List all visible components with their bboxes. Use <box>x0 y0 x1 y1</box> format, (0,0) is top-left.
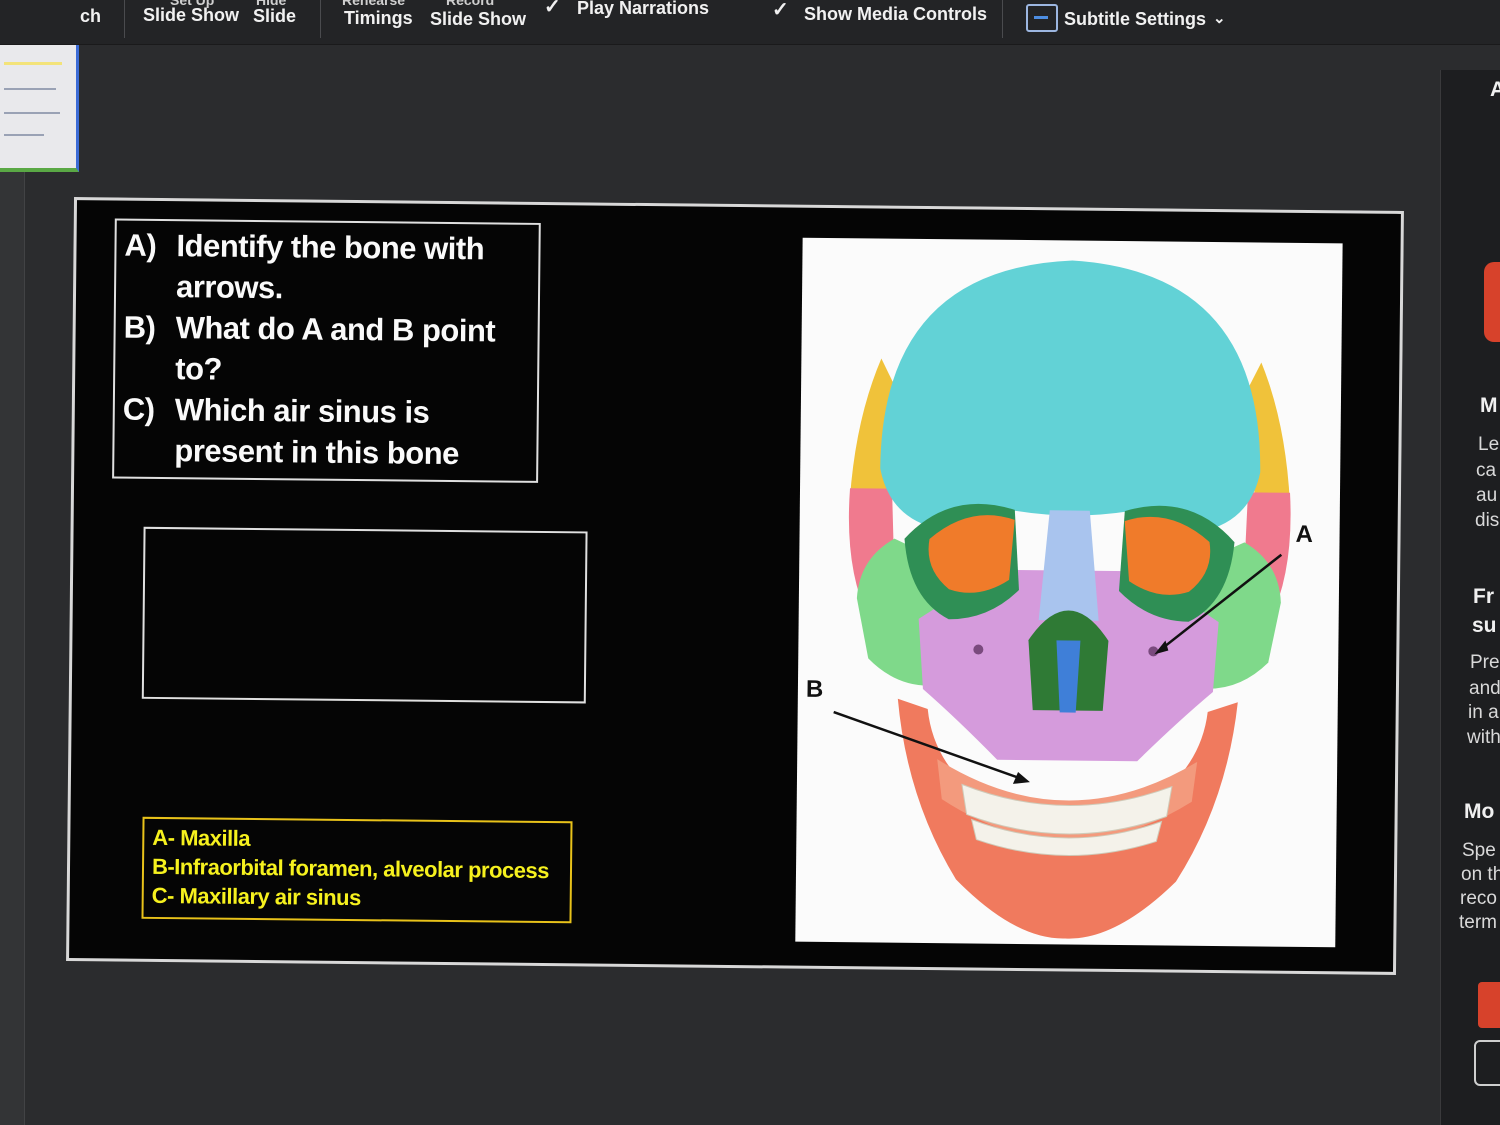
set-up-slide-show-button[interactable]: Slide Show <box>143 5 239 26</box>
answer-line: A- Maxilla <box>152 824 251 851</box>
arrow-b-head <box>1012 771 1030 784</box>
play-narrations-checkbox-label[interactable]: Play Narrations <box>577 0 709 19</box>
question-a-cont: arrows. <box>124 266 538 311</box>
answers-box: A- Maxilla B-Infraorbital foramen, alveo… <box>141 816 573 924</box>
pane-heading: su <box>1472 614 1497 637</box>
checkmark-icon[interactable]: ✓ <box>544 0 561 19</box>
left-pane <box>0 168 25 1125</box>
ribbon: ch Set Up Slide Show Hide Slide Rehearse… <box>0 0 1500 45</box>
skull-illustration <box>833 260 1291 939</box>
pane-text: ca <box>1476 460 1497 481</box>
pane-text: term <box>1459 912 1497 933</box>
pane-secondary-button[interactable] <box>1474 1040 1500 1086</box>
pane-text: Pre <box>1470 652 1500 673</box>
question-text: What do A and B point <box>175 310 496 349</box>
thumb-line <box>4 134 44 136</box>
question-a: A) Identify the bone with <box>124 225 538 270</box>
nasal-bone <box>1038 510 1099 621</box>
question-letter: B) <box>123 309 156 345</box>
question-letter: C) <box>122 391 155 427</box>
pane-heading: Mo <box>1464 800 1495 823</box>
label-b: B <box>805 675 824 703</box>
pane-text: in a <box>1468 702 1499 723</box>
pane-text: with <box>1467 727 1500 748</box>
question-letter: A) <box>124 227 157 263</box>
right-pane-tab[interactable] <box>1484 262 1500 342</box>
label-a: A <box>1295 520 1314 549</box>
pane-heading: M <box>1480 394 1498 417</box>
ribbon-separator <box>320 0 321 38</box>
question-text: to? <box>175 351 223 387</box>
question-text: Which air sinus is <box>174 392 430 430</box>
pane-heading: Fr <box>1473 585 1494 608</box>
checkmark-icon[interactable]: ✓ <box>772 0 789 22</box>
thumb-bar <box>4 62 62 65</box>
question-c: C) Which air sinus is <box>123 389 537 434</box>
questions-box: A) Identify the bone with arrows. B) Wha… <box>112 218 541 483</box>
ribbon-separator <box>124 0 125 38</box>
answer-line: B-Infraorbital foramen, alveolar process <box>151 853 550 884</box>
rehearse-timings-button[interactable]: Timings <box>344 8 413 29</box>
question-b: B) What do A and B point <box>123 307 537 352</box>
ribbon-button-ch[interactable]: ch <box>80 6 101 27</box>
pane-heading: A <box>1490 78 1500 101</box>
pane-text: on th <box>1461 864 1500 885</box>
question-c-cont: present in this bone <box>122 430 536 475</box>
thumb-line <box>4 112 60 114</box>
empty-answer-box[interactable] <box>141 526 588 704</box>
question-b-cont: to? <box>123 348 537 393</box>
pane-text: Spe <box>1462 840 1496 861</box>
pane-text: Le <box>1478 434 1500 455</box>
hide-slide-button[interactable]: Slide <box>253 6 296 27</box>
pane-text: and <box>1469 678 1500 699</box>
question-text: Identify the bone with <box>176 228 485 267</box>
question-text: present in this bone <box>174 433 460 472</box>
subtitle-settings-button[interactable]: Subtitle Settings <box>1064 9 1206 30</box>
chevron-down-icon[interactable]: ⌄ <box>1213 9 1226 27</box>
question-text: arrows. <box>175 269 284 306</box>
skull-figure: A B <box>795 237 1343 948</box>
answer-line: C- Maxillary air sinus <box>151 882 361 911</box>
pane-text: reco <box>1460 888 1497 909</box>
thumb-line <box>4 88 56 90</box>
pane-primary-button[interactable] <box>1478 982 1500 1028</box>
slide-canvas[interactable]: A) Identify the bone with arrows. B) Wha… <box>66 197 1404 975</box>
record-slide-show-button[interactable]: Slide Show <box>430 9 526 30</box>
ribbon-button-top: Rehearse <box>342 0 406 8</box>
ribbon-button-top: Record <box>446 0 495 8</box>
subtitle-settings-icon[interactable] <box>1026 4 1058 32</box>
pane-text: dis <box>1475 510 1500 531</box>
pane-text: au <box>1476 485 1498 506</box>
show-media-controls-checkbox-label[interactable]: Show Media Controls <box>804 4 987 25</box>
ribbon-separator <box>1002 0 1003 38</box>
frontal-bone <box>880 260 1261 532</box>
